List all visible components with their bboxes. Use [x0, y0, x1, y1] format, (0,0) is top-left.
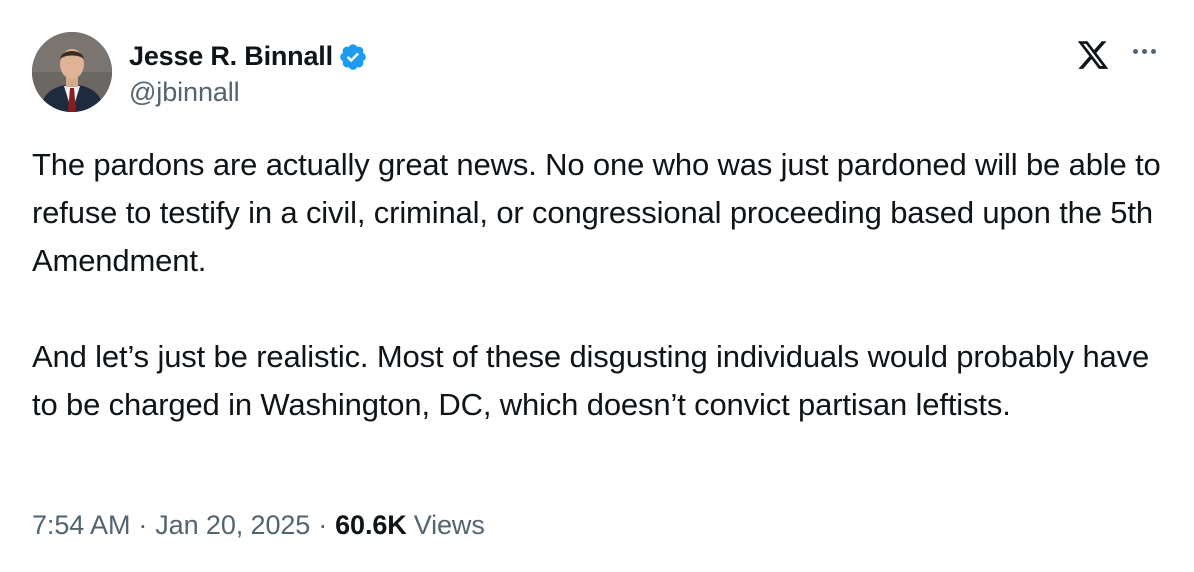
views-count[interactable]: 60.6K: [335, 510, 407, 541]
avatar[interactable]: [32, 32, 112, 112]
x-logo-icon[interactable]: [1076, 38, 1110, 72]
views-label: Views: [413, 510, 485, 540]
verified-badge-icon[interactable]: [338, 42, 368, 72]
author-handle[interactable]: @jbinnall: [129, 77, 368, 108]
more-options-button[interactable]: [1126, 36, 1162, 66]
tweet-meta: 7:54 AM · Jan 20, 2025 · 60.6K Views: [32, 510, 485, 541]
more-dots-icon: [1150, 48, 1156, 54]
name-row: Jesse R. Binnall: [129, 37, 368, 77]
author-display-name[interactable]: Jesse R. Binnall: [129, 41, 333, 72]
meta-separator: ·: [138, 510, 148, 540]
tweet-time[interactable]: 7:54 AM: [32, 510, 130, 541]
tweet-date[interactable]: Jan 20, 2025: [155, 510, 310, 541]
tweet-paragraph: The pardons are actually great news. No …: [32, 147, 1161, 278]
author-identity: Jesse R. Binnall @jbinnall: [129, 37, 368, 108]
more-dots-icon: [1141, 48, 1147, 54]
meta-separator: ·: [318, 510, 328, 540]
tweet-header: Jesse R. Binnall @jbinnall: [32, 32, 368, 112]
tweet-paragraph: And let’s just be realistic. Most of the…: [32, 339, 1150, 422]
avatar-image: [32, 32, 112, 112]
more-dots-icon: [1132, 48, 1138, 54]
tweet-text: The pardons are actually great news. No …: [32, 141, 1172, 429]
tweet-card: Jesse R. Binnall @jbinnall The pardons a…: [0, 0, 1194, 572]
